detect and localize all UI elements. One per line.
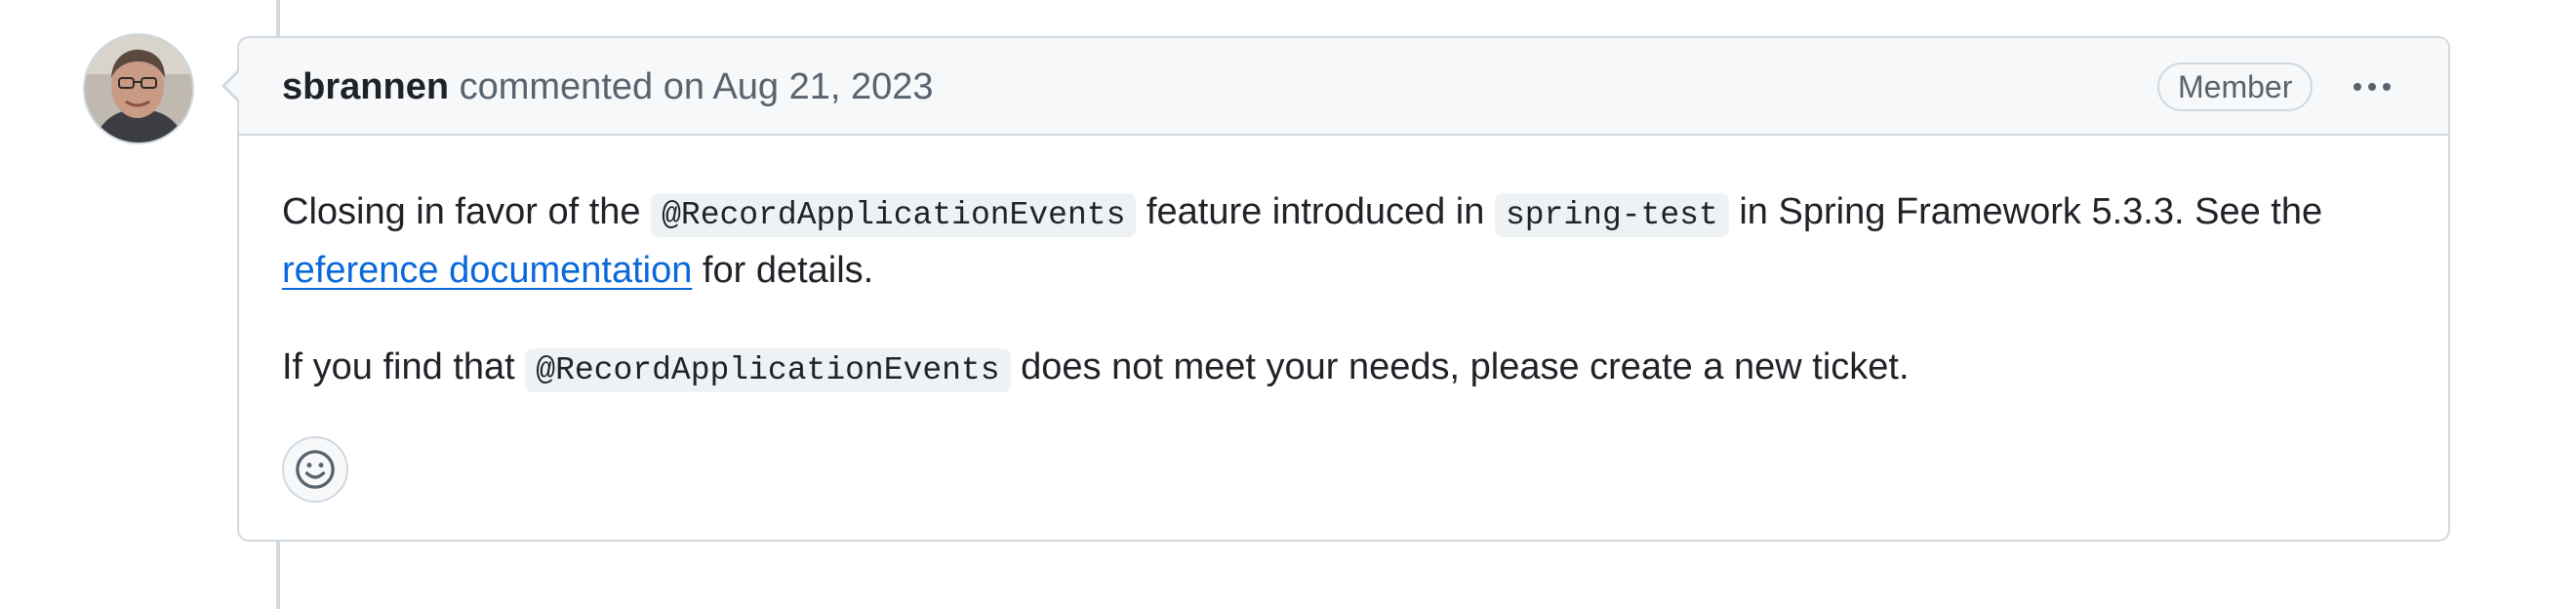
comment-paragraph: If you find that @RecordApplicationEvent… bbox=[282, 340, 2419, 398]
comment-box: sbrannen commented on Aug 21, 2023 Membe… bbox=[221, 36, 2450, 542]
smiley-icon bbox=[296, 450, 335, 489]
comment-header-text: sbrannen commented on Aug 21, 2023 bbox=[282, 65, 934, 108]
inline-code: @RecordApplicationEvents bbox=[525, 348, 1011, 392]
comment-menu-button[interactable] bbox=[2343, 67, 2401, 106]
body-text: Closing in favor of the bbox=[282, 191, 652, 232]
reference-documentation-link[interactable]: reference documentation bbox=[282, 250, 692, 291]
author-link[interactable]: sbrannen bbox=[282, 66, 449, 107]
kebab-horizontal-icon bbox=[2368, 83, 2376, 91]
comment-paragraph: Closing in favor of the @RecordApplicati… bbox=[282, 184, 2419, 299]
body-text: If you find that bbox=[282, 346, 526, 387]
add-reaction-button[interactable] bbox=[282, 436, 348, 503]
body-text: does not meet your needs, please create … bbox=[1010, 346, 1910, 387]
inline-code: spring-test bbox=[1494, 193, 1729, 237]
inline-code: @RecordApplicationEvents bbox=[651, 193, 1137, 237]
kebab-horizontal-icon bbox=[2354, 83, 2361, 91]
member-badge: Member bbox=[2157, 62, 2314, 111]
comment-caret-fill bbox=[225, 71, 240, 101]
avatar[interactable] bbox=[85, 35, 192, 142]
body-text: feature introduced in bbox=[1136, 191, 1495, 232]
body-text: for details. bbox=[692, 250, 874, 291]
comment-header: sbrannen commented on Aug 21, 2023 Membe… bbox=[239, 38, 2448, 136]
body-text: in Spring Framework 5.3.3. See the bbox=[1728, 191, 2323, 232]
comment-action: commented on bbox=[459, 66, 704, 107]
comment-body: Closing in favor of the @RecordApplicati… bbox=[282, 184, 2419, 398]
user-avatar-image bbox=[85, 35, 192, 142]
kebab-horizontal-icon bbox=[2383, 83, 2391, 91]
comment-date-link[interactable]: Aug 21, 2023 bbox=[712, 66, 933, 107]
